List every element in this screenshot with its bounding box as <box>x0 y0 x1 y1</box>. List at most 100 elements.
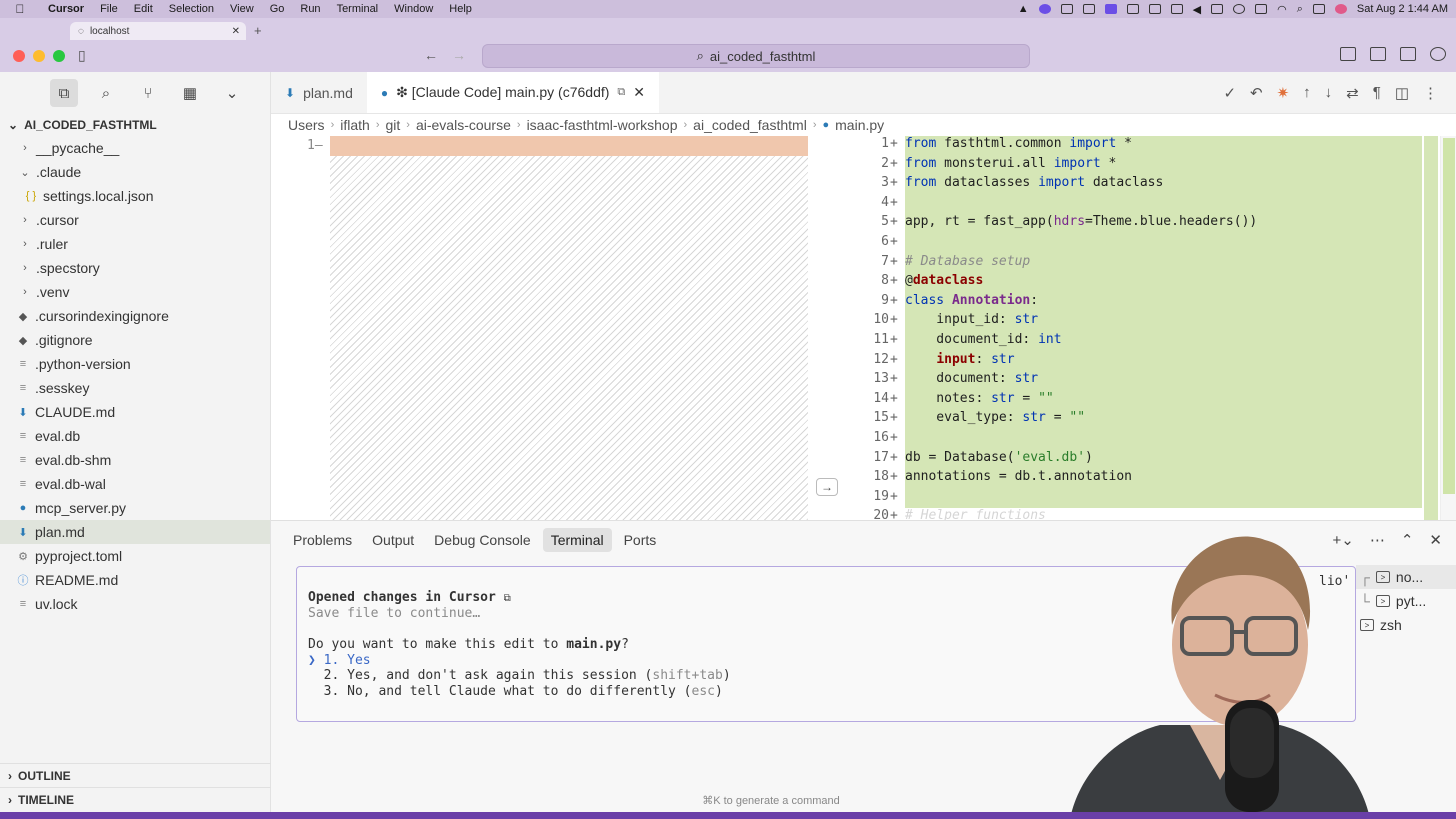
edit-icon[interactable] <box>1170 4 1183 14</box>
tree-item[interactable]: ⌄ .claude <box>0 160 270 184</box>
battery-icon[interactable] <box>1211 4 1224 14</box>
tree-item[interactable]: ≡ .python-version <box>0 352 270 376</box>
breadcrumb-item[interactable]: ai_coded_fasthtml <box>693 117 807 133</box>
search-icon[interactable]: ⌕ <box>1297 3 1303 16</box>
screen-record-icon[interactable] <box>1104 4 1117 14</box>
tab-problems[interactable]: Problems <box>285 528 360 552</box>
modified-pane[interactable]: 1 + from fasthtml.common import * 2 + from mo… <box>847 136 1422 520</box>
tree-item[interactable]: › .specstory <box>0 256 270 280</box>
code-line[interactable]: 3 + from dataclasses import dataclass <box>847 175 1422 195</box>
tree-item[interactable]: ≡ eval.db-shm <box>0 448 270 472</box>
code-line[interactable]: 13 + document: str <box>847 371 1422 391</box>
tab-claude-diff[interactable]: ● ❇ [Claude Code] main.py (c76ddf) ⧉ ✕ <box>366 72 659 113</box>
tree-item[interactable]: ◆ .cursorindexingignore <box>0 304 270 328</box>
tab-plan-md[interactable]: ⬇ plan.md <box>271 72 367 113</box>
tree-item[interactable]: › __pycache__ <box>0 136 270 160</box>
menu-terminal[interactable]: Terminal <box>329 3 387 15</box>
explorer-root[interactable]: ⌄ AI_CODED_FASTHTML <box>0 114 270 136</box>
breadcrumb-item[interactable]: Users <box>288 117 325 133</box>
close-icon[interactable]: ✕ <box>1429 531 1442 549</box>
tree-item[interactable]: › .venv <box>0 280 270 304</box>
chevron-down-icon[interactable]: ⌄ <box>218 79 246 107</box>
command-center-search[interactable]: ⌕ ai_coded_fasthtml <box>482 44 1030 68</box>
list-icon[interactable] <box>1060 4 1073 14</box>
layers-icon[interactable] <box>1255 4 1268 14</box>
settings-gear-icon[interactable] <box>1430 47 1446 61</box>
maximize-window-button[interactable] <box>53 50 65 62</box>
maximize-panel-icon[interactable]: ⌃ <box>1401 531 1414 549</box>
menu-view[interactable]: View <box>222 3 262 15</box>
tab-ports[interactable]: Ports <box>616 528 665 552</box>
tree-item[interactable]: ● mcp_server.py <box>0 496 270 520</box>
code-line[interactable]: 17 + db = Database('eval.db') <box>847 449 1422 470</box>
breadcrumb-item[interactable]: main.py <box>835 117 884 133</box>
code-line[interactable]: 15 + eval_type: str = "" <box>847 410 1422 430</box>
camera-icon[interactable] <box>1126 4 1139 14</box>
code-line[interactable]: 6 + <box>847 234 1422 254</box>
control-center-icon[interactable] <box>1312 4 1325 14</box>
zoom-icon[interactable] <box>1038 4 1051 14</box>
code-line[interactable]: 18 + annotations = db.t.annotation <box>847 469 1422 489</box>
menu-go[interactable]: Go <box>262 3 293 15</box>
apple-menu-icon[interactable]:  <box>0 2 40 16</box>
code-line[interactable]: 8 + @dataclass <box>847 273 1422 293</box>
code-line[interactable]: 16 + <box>847 430 1422 450</box>
option-yes-dont-ask[interactable]: 2. Yes, and don't ask again this session… <box>308 668 731 683</box>
tree-item[interactable]: ≡ uv.lock <box>0 592 270 616</box>
split-editor-icon[interactable]: ◫ <box>1395 84 1409 102</box>
volume-icon[interactable]: ◀ <box>1193 3 1201 16</box>
wifi-icon[interactable]: ◠ <box>1277 3 1287 16</box>
toggle-sidebar-icon[interactable]: ▯ <box>78 47 86 64</box>
breadcrumb-item[interactable]: ai-evals-course <box>416 117 511 133</box>
tree-item[interactable]: ⬇ CLAUDE.md <box>0 400 270 424</box>
sync-icon[interactable] <box>1233 4 1246 14</box>
tree-item[interactable]: ≡ .sesskey <box>0 376 270 400</box>
menu-cursor[interactable]: Cursor <box>40 3 92 15</box>
arrow-up-icon[interactable]: ↑ <box>1303 84 1311 101</box>
swap-icon[interactable]: ⇄ <box>1346 84 1359 102</box>
open-external-icon[interactable]: ⧉ <box>504 593 511 604</box>
copy-icon[interactable]: ⧉ <box>617 86 625 99</box>
grid-icon[interactable] <box>1082 4 1095 14</box>
toggle-panel-icon[interactable] <box>1370 47 1386 61</box>
menu-file[interactable]: File <box>92 3 126 15</box>
menu-help[interactable]: Help <box>441 3 480 15</box>
back-arrow-icon[interactable]: ← <box>424 47 438 63</box>
tree-item[interactable]: ⚙ pyproject.toml <box>0 544 270 568</box>
code-line[interactable]: 12 + input: str <box>847 351 1422 372</box>
tab-debug-console[interactable]: Debug Console <box>426 528 539 552</box>
vlc-icon[interactable]: ▲ <box>1018 3 1029 15</box>
claude-spark-icon[interactable]: ✷ <box>1277 84 1290 102</box>
accept-check-icon[interactable]: ✓ <box>1223 84 1236 102</box>
tab-terminal[interactable]: Terminal <box>542 528 612 552</box>
breadcrumb-item[interactable]: iflath <box>340 117 370 133</box>
minimize-window-button[interactable] <box>33 50 45 62</box>
code-line[interactable]: 2 + from monsterui.all import * <box>847 155 1422 176</box>
code-line[interactable]: 19 + <box>847 488 1422 509</box>
source-control-icon[interactable]: ⑂ <box>134 79 162 107</box>
tree-item[interactable]: { } settings.local.json <box>0 184 270 208</box>
code-line[interactable]: 11 + document_id: int <box>847 332 1422 352</box>
revert-icon[interactable]: ↶ <box>1250 84 1263 102</box>
code-line[interactable]: 20 + # Helper functions <box>847 508 1422 520</box>
menu-edit[interactable]: Edit <box>126 3 161 15</box>
tree-item[interactable]: › .ruler <box>0 232 270 256</box>
close-window-button[interactable] <box>13 50 25 62</box>
tree-item[interactable]: ⬇ plan.md <box>0 520 270 544</box>
pilcrow-icon[interactable]: ¶ <box>1373 84 1381 101</box>
tree-item[interactable]: › .cursor <box>0 208 270 232</box>
search-icon[interactable]: ⌕ <box>92 79 120 107</box>
menu-window[interactable]: Window <box>386 3 441 15</box>
editor-scrollbar[interactable] <box>1440 136 1456 520</box>
toggle-secondary-sidebar-icon[interactable] <box>1400 47 1416 61</box>
explorer-icon[interactable]: ⧉ <box>50 79 78 107</box>
arrow-down-icon[interactable]: ↓ <box>1325 84 1333 101</box>
code-line[interactable]: 9 + class Annotation: <box>847 292 1422 313</box>
scrollbar-thumb[interactable] <box>1443 138 1455 494</box>
code-line[interactable]: 10 + input_id: str <box>847 312 1422 332</box>
revert-block-arrow-icon[interactable]: → <box>816 478 838 496</box>
code-line[interactable]: 7 + # Database setup <box>847 253 1422 274</box>
breadcrumb-item[interactable]: isaac-fasthtml-workshop <box>527 117 678 133</box>
tree-item[interactable]: ◆ .gitignore <box>0 328 270 352</box>
tree-item[interactable]: ≡ eval.db <box>0 424 270 448</box>
